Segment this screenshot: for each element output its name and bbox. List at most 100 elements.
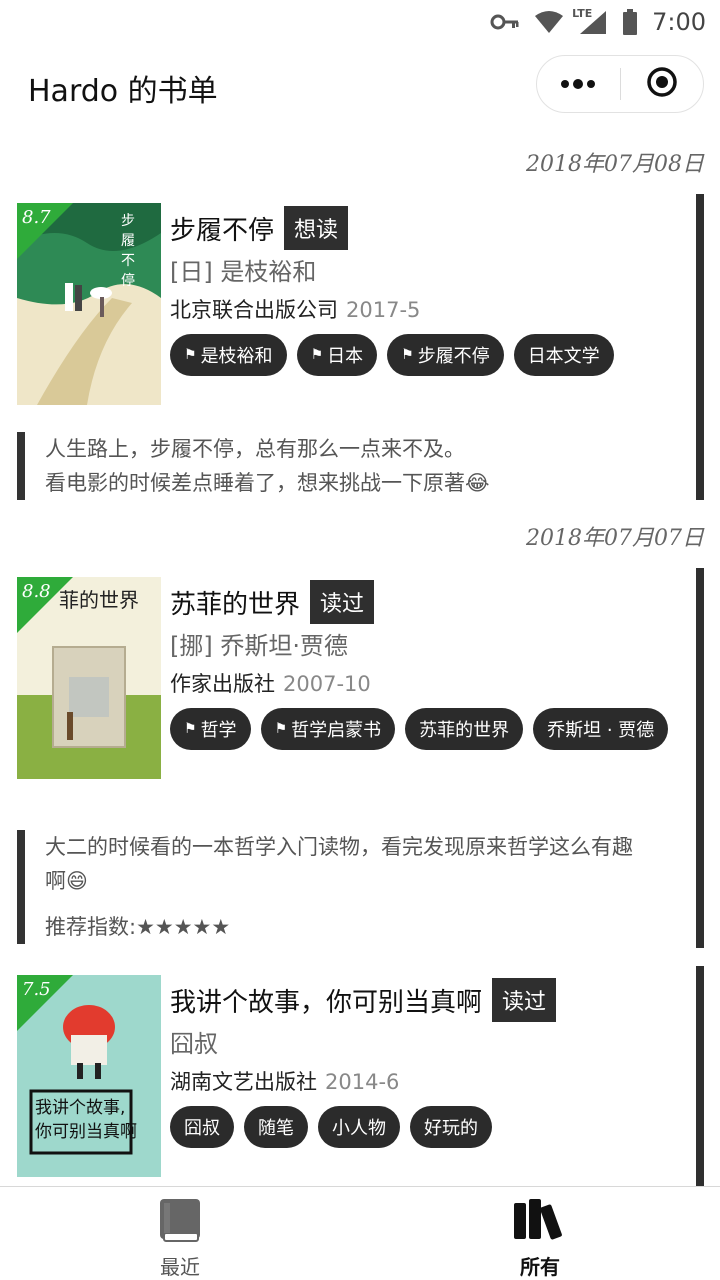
book-author: 囧叔: [170, 1030, 218, 1058]
book-cover: 步 履 不 停 8.7: [17, 203, 161, 405]
target-icon: [646, 66, 678, 102]
book-cover: 我讲个故事, 你可别当真啊 7.5: [17, 975, 161, 1177]
more-button[interactable]: [537, 55, 620, 113]
svg-text:你可别当真啊: 你可别当真啊: [35, 1122, 137, 1142]
tag-label: 乔斯坦 · 贾德: [547, 720, 655, 741]
recommend-stars: ★★★★★: [136, 915, 231, 939]
publish-date: 2007-10: [283, 672, 371, 696]
book-card[interactable]: 菲的世界 Sophie's World 8.8 苏菲的世界 读过 [挪] 乔斯坦…: [0, 568, 720, 948]
tab-bar: 最近 所有: [0, 1186, 720, 1280]
book-cover: 菲的世界 Sophie's World 8.8: [17, 577, 161, 779]
recommend-row: 推荐指数:★★★★★: [45, 910, 633, 944]
publish-date: 2017-5: [346, 298, 421, 322]
tag-label: 日本文学: [527, 346, 600, 367]
tag-label: 日本: [327, 346, 364, 367]
rating-value: 7.5: [22, 979, 51, 1000]
battery-icon: [622, 9, 638, 35]
nav-bar: Hardo 的书单: [0, 44, 720, 124]
tag-chip[interactable]: ⚑ 是枝裕和: [170, 334, 287, 376]
tag-label: 小人物: [332, 1118, 386, 1139]
book-card[interactable]: 步 履 不 停 8.7 步履不停 想读 [日] 是枝裕和 北京联合出版公司 201…: [0, 194, 720, 500]
more-icon: [560, 75, 596, 94]
book-publisher-line: 湖南文艺出版社 2014-6: [170, 1066, 399, 1096]
book-publisher-line: 北京联合出版公司 2017-5: [170, 294, 420, 324]
publisher: 湖南文艺出版社: [170, 1070, 317, 1094]
book-icon: [158, 1197, 202, 1247]
book-title: 我讲个故事，你可别当真啊: [170, 987, 483, 1018]
tag-label: 是枝裕和: [200, 346, 273, 367]
close-miniprogram-button[interactable]: [621, 55, 704, 113]
tag-chip[interactable]: 随笔: [244, 1106, 308, 1148]
title-row: 我讲个故事，你可别当真啊 读过: [170, 978, 557, 1022]
book-title: 苏菲的世界: [170, 589, 301, 620]
flag-icon: ⚑: [184, 721, 197, 737]
clock: 7:00: [652, 8, 706, 36]
card-accent-bar: [696, 194, 704, 500]
svg-text:不: 不: [121, 253, 135, 269]
review-line: 看电影的时候差点睡着了，想来挑战一下原著😂: [45, 471, 490, 495]
tag-chip[interactable]: ⚑ 哲学启蒙书: [260, 708, 396, 750]
tag-chip[interactable]: 囧叔: [170, 1106, 234, 1148]
svg-text:履: 履: [121, 233, 135, 249]
publish-date: 2014-6: [325, 1070, 400, 1094]
tag-label: 随笔: [258, 1118, 294, 1139]
books-icon: [512, 1197, 568, 1247]
signal-icon: LTE: [572, 7, 608, 35]
flag-icon: ⚑: [310, 347, 324, 363]
reading-status-badge: 读过: [310, 580, 375, 624]
rating-value: 8.8: [22, 581, 51, 602]
status-bar: LTE 7:00: [0, 0, 720, 44]
tab-label: 所有: [520, 1255, 560, 1279]
reading-status-badge: 读过: [492, 978, 557, 1022]
book-card[interactable]: 我讲个故事, 你可别当真啊 7.5 我讲个故事，你可别当真啊 读过 囧叔 湖南文…: [0, 966, 720, 1186]
tag-list: ⚑ 是枝裕和 ⚑ 日本 ⚑ 步履不停 日本文学: [170, 334, 614, 376]
capsule-menu: [536, 55, 704, 113]
tag-chip[interactable]: ⚑ 日本: [296, 334, 378, 376]
title-row: 步履不停 想读: [170, 206, 349, 250]
book-author: [挪] 乔斯坦·贾德: [170, 632, 348, 660]
review-line: 啊😄: [45, 869, 88, 893]
wifi-icon: [534, 10, 564, 34]
book-review: 大二的时候看的一本哲学入门读物，看完发现原来哲学这么有趣 啊😄 推荐指数:★★★…: [17, 830, 633, 944]
card-accent-bar: [696, 966, 704, 1186]
book-review: 人生路上，步履不停，总有那么一点来不及。 看电影的时候差点睡着了，想来挑战一下原…: [17, 432, 490, 500]
rating-value: 8.7: [22, 207, 51, 228]
tag-chip[interactable]: 日本文学: [513, 334, 614, 376]
tag-label: 苏菲的世界: [419, 720, 510, 741]
tag-chip[interactable]: ⚑ 步履不停: [387, 334, 504, 376]
tag-list: 囧叔 随笔 小人物 好玩的: [170, 1106, 492, 1148]
key-icon: [490, 12, 520, 32]
book-publisher-line: 作家出版社 2007-10: [170, 668, 371, 698]
date-header: 2018年07月08日: [526, 152, 704, 177]
page-title: Hardo 的书单: [28, 74, 218, 109]
tag-chip[interactable]: 乔斯坦 · 贾德: [533, 708, 669, 750]
tab-recent[interactable]: 最近: [0, 1187, 360, 1280]
tag-chip[interactable]: 苏菲的世界: [405, 708, 524, 750]
tag-label: 哲学启蒙书: [291, 720, 382, 741]
tab-all[interactable]: 所有: [360, 1187, 720, 1280]
date-header: 2018年07月07日: [526, 526, 704, 551]
tag-chip[interactable]: 小人物: [318, 1106, 400, 1148]
svg-text:停: 停: [121, 272, 135, 289]
publisher: 作家出版社: [170, 672, 275, 696]
svg-text:我讲个故事,: 我讲个故事,: [35, 1098, 125, 1118]
tag-chip[interactable]: 好玩的: [410, 1106, 492, 1148]
book-author: [日] 是枝裕和: [170, 258, 317, 286]
tag-label: 好玩的: [424, 1118, 478, 1139]
tag-list: ⚑ 哲学 ⚑ 哲学启蒙书 苏菲的世界 乔斯坦 · 贾德: [170, 708, 669, 750]
tag-label: 哲学: [200, 720, 237, 741]
network-label: LTE: [572, 7, 593, 20]
tag-label: 囧叔: [184, 1118, 220, 1139]
review-line: 人生路上，步履不停，总有那么一点来不及。: [45, 437, 465, 461]
tag-label: 步履不停: [417, 346, 490, 367]
flag-icon: ⚑: [274, 721, 288, 737]
recommend-label: 推荐指数:: [45, 915, 137, 939]
publisher: 北京联合出版公司: [170, 298, 338, 322]
book-title: 步履不停: [170, 215, 275, 246]
flag-icon: ⚑: [401, 347, 414, 363]
tag-chip[interactable]: ⚑ 哲学: [170, 708, 251, 750]
card-accent-bar: [696, 568, 704, 948]
reading-status-badge: 想读: [284, 206, 349, 250]
tab-label: 最近: [160, 1255, 200, 1279]
title-row: 苏菲的世界 读过: [170, 580, 375, 624]
